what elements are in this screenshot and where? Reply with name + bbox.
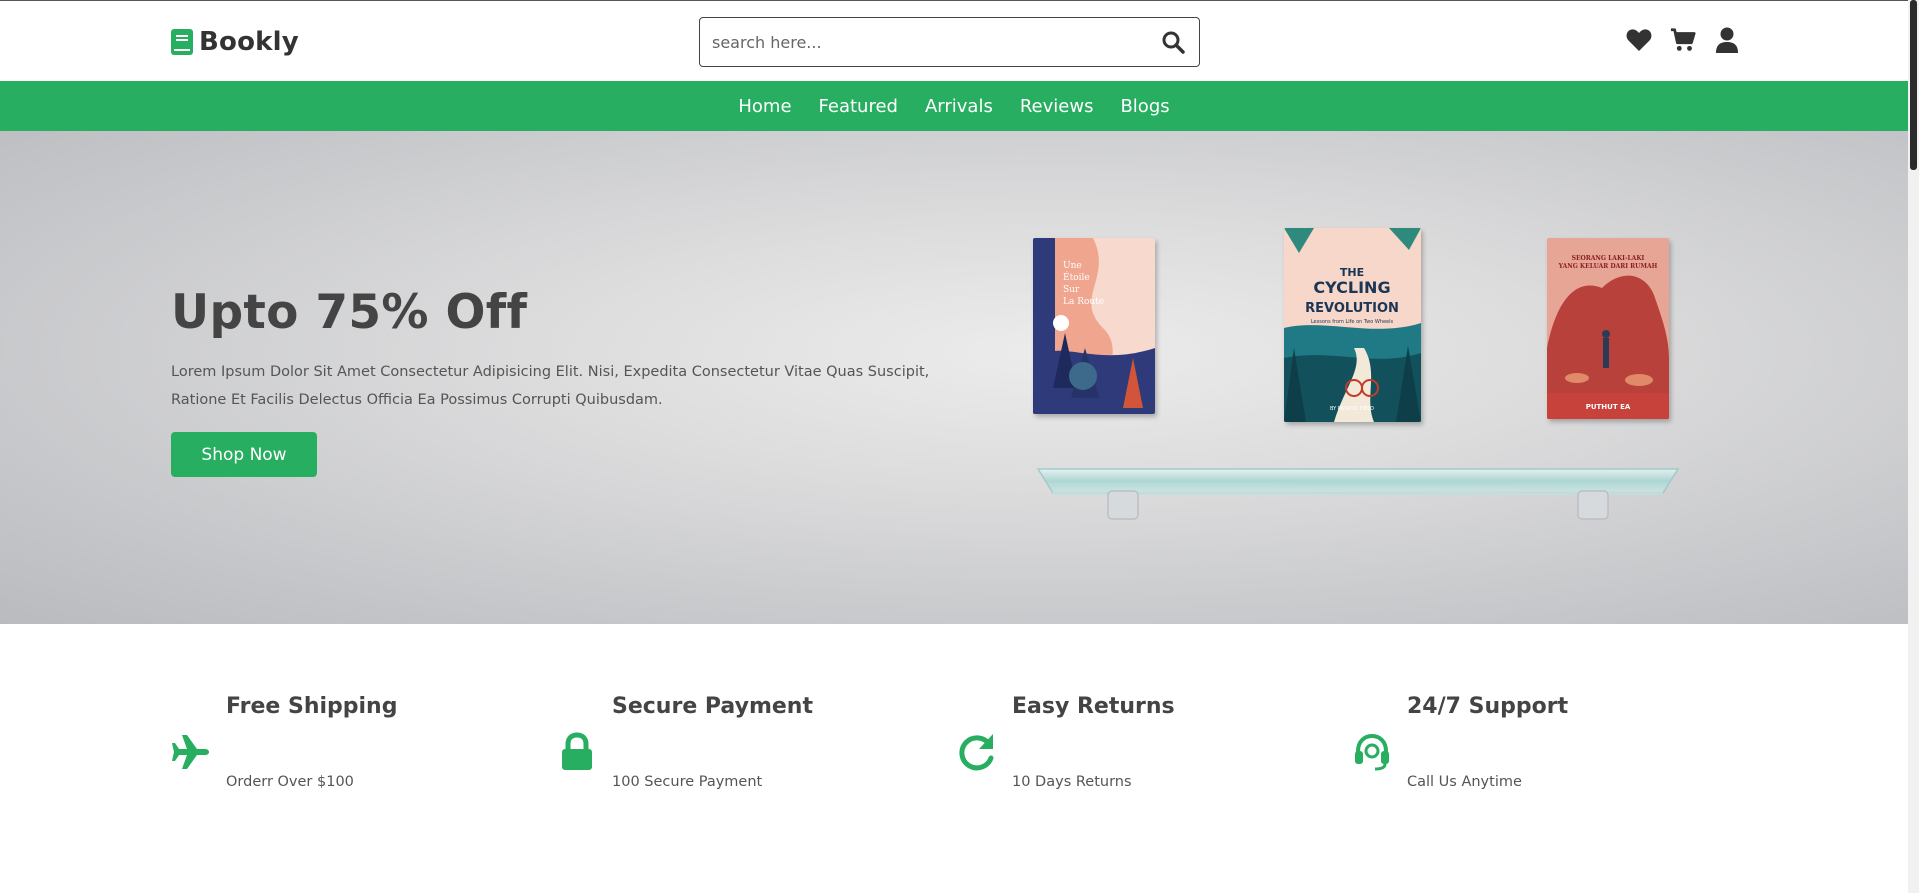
book-icon	[171, 29, 193, 55]
feature-title: Secure Payment	[612, 694, 813, 719]
book-author: BY PATRICK FIELD	[1330, 406, 1374, 412]
book-cover-1[interactable]: Une Étoile Sur La Route	[1033, 238, 1155, 414]
redo-icon	[959, 734, 994, 771]
search-button[interactable]	[1147, 18, 1199, 66]
cart-icon	[1670, 28, 1696, 51]
hero-section: Upto 75% Off Lorem Ipsum Dolor Sit Amet …	[0, 131, 1908, 624]
book-title-line: CYCLING	[1313, 278, 1390, 297]
main-navbar: Home Featured Arrivals Reviews Blogs	[0, 81, 1908, 131]
scrollbar-thumb[interactable]	[1910, 0, 1917, 170]
user-icon	[1716, 27, 1738, 53]
heart-icon	[1626, 29, 1652, 51]
book-title-line: SEORANG LAKI-LAKI	[1572, 255, 1645, 262]
search-icon	[1162, 31, 1185, 54]
book-cover-2[interactable]: THE CYCLING REVOLUTION Lessons from Life…	[1284, 228, 1421, 422]
feature-title: 24/7 Support	[1407, 694, 1569, 719]
hero-description: Lorem Ipsum Dolor Sit Amet Consectetur A…	[171, 364, 930, 408]
features-section: Free Shipping Orderr Over $100 Secure Pa…	[0, 624, 1908, 893]
book-cover-art: THE CYCLING REVOLUTION Lessons from Life…	[1284, 228, 1421, 422]
wishlist-button[interactable]	[1626, 27, 1652, 53]
book-title-line: REVOLUTION	[1305, 301, 1399, 316]
feature-title: Easy Returns	[1012, 694, 1175, 719]
nav-blogs[interactable]: Blogs	[1120, 96, 1169, 117]
book-title-line: La Route	[1063, 297, 1104, 307]
book-title-line: Étoile	[1063, 271, 1090, 283]
header: Bookly	[0, 0, 1908, 81]
nav-reviews[interactable]: Reviews	[1020, 96, 1094, 117]
plane-icon	[172, 735, 209, 769]
lock-icon	[562, 732, 592, 770]
book-cover-art: SEORANG LAKI-LAKI YANG KELUAR DARI RUMAH…	[1547, 238, 1669, 419]
nav-home[interactable]: Home	[738, 96, 791, 117]
search-input[interactable]	[700, 18, 1147, 66]
glass-shelf	[1036, 468, 1680, 520]
headset-icon	[1355, 733, 1389, 771]
feature-subtitle: 100 Secure Payment	[612, 774, 763, 790]
nav-arrivals[interactable]: Arrivals	[925, 96, 993, 117]
book-subtitle: Lessons from Life on Two Wheels	[1311, 319, 1394, 325]
logo-text: Bookly	[199, 27, 299, 57]
book-cover-3[interactable]: SEORANG LAKI-LAKI YANG KELUAR DARI RUMAH…	[1547, 238, 1669, 419]
feature-subtitle: Call Us Anytime	[1407, 774, 1522, 790]
logo[interactable]: Bookly	[171, 27, 299, 57]
hero-title: Upto 75% Off	[171, 285, 528, 340]
nav-featured[interactable]: Featured	[819, 96, 898, 117]
search-form	[699, 17, 1200, 67]
book-title-line: YANG KELUAR DARI RUMAH	[1558, 263, 1658, 270]
cart-button[interactable]	[1670, 27, 1696, 53]
page-scrollbar[interactable]	[1908, 0, 1919, 893]
book-title-line: Sur	[1063, 285, 1080, 295]
feature-subtitle: Orderr Over $100	[226, 774, 354, 790]
account-button[interactable]	[1714, 27, 1740, 53]
book-cover-art: Une Étoile Sur La Route	[1033, 238, 1155, 414]
book-author: PUTHUT EA	[1586, 403, 1631, 411]
header-icons	[1626, 27, 1740, 53]
feature-title: Free Shipping	[226, 694, 398, 719]
feature-subtitle: 10 Days Returns	[1012, 774, 1132, 790]
book-title-line: Une	[1063, 261, 1082, 271]
shop-now-button[interactable]: Shop Now	[171, 432, 317, 477]
